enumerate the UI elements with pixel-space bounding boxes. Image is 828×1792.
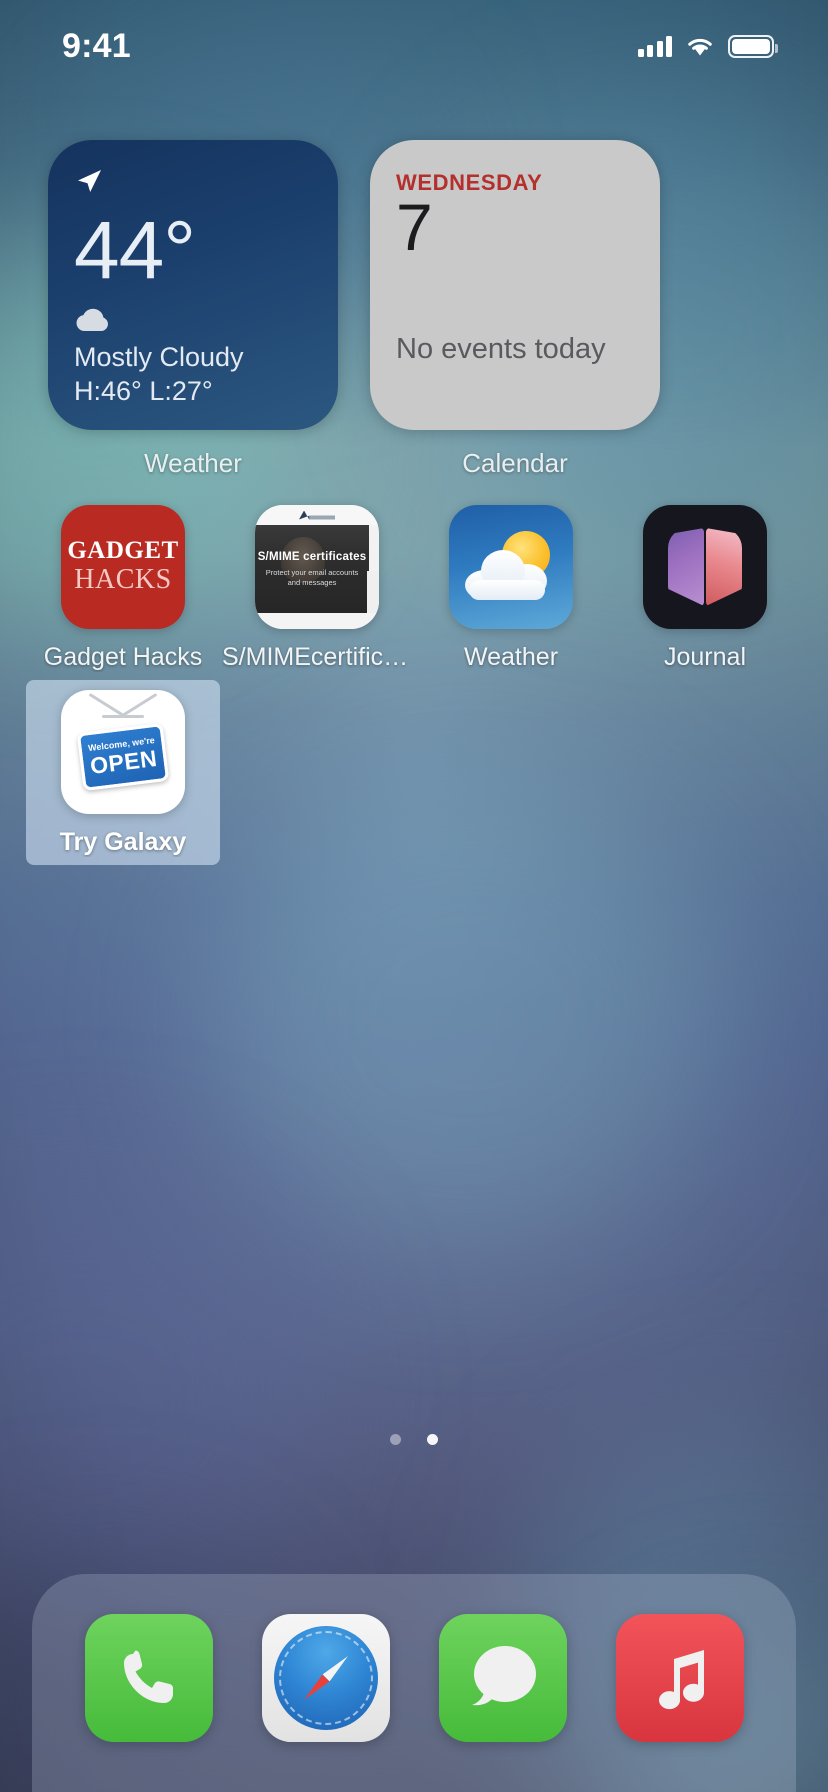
smime-certificates-webclip-icon: S/MIME certificates Protect your email a… bbox=[255, 505, 379, 629]
messages-bubble-icon bbox=[471, 1646, 536, 1706]
site-logo-icon bbox=[299, 510, 335, 520]
calendar-widget-cell: WEDNESDAY 7 No events today Calendar bbox=[370, 140, 660, 479]
try-galaxy-icon: Welcome, we're OPEN bbox=[61, 690, 185, 814]
gadget-hacks-icon: GADGET HACKS bbox=[61, 505, 185, 629]
webclip-headline: S/MIME certificates bbox=[257, 551, 367, 564]
widget-row: 44° Mostly Cloudy H:46° L:27° Weather WE… bbox=[48, 140, 780, 479]
dock-app-phone[interactable] bbox=[84, 1614, 213, 1742]
gadget-hacks-line1: GADGET bbox=[67, 537, 179, 565]
cellular-signal-icon bbox=[637, 35, 672, 57]
app-label-journal: Journal bbox=[664, 643, 746, 671]
weather-temperature: 44° bbox=[74, 205, 196, 296]
webclip-browser-bar bbox=[255, 505, 379, 525]
dock-app-safari[interactable] bbox=[261, 1614, 390, 1742]
app-icon-journal[interactable]: Journal bbox=[608, 495, 802, 680]
battery-icon bbox=[728, 34, 778, 58]
app-icon-gadget-hacks[interactable]: GADGET HACKS Gadget Hacks bbox=[26, 495, 220, 680]
webclip-footer bbox=[255, 613, 379, 629]
app-icon-smime-certificates[interactable]: S/MIME certificates Protect your email a… bbox=[220, 495, 414, 680]
weather-high-low: H:46° L:27° bbox=[74, 375, 213, 406]
weather-app-icon bbox=[449, 505, 573, 629]
app-row-1: GADGET HACKS Gadget Hacks S/MIME certifi… bbox=[26, 495, 802, 680]
location-arrow-icon bbox=[74, 166, 104, 196]
app-label-smime-certificates: S/MIMEcertifica... bbox=[222, 643, 412, 671]
webclip-subheadline: Protect your email accounts and messages bbox=[265, 568, 359, 587]
calendar-widget[interactable]: WEDNESDAY 7 No events today bbox=[370, 140, 660, 430]
calendar-events-empty: No events today bbox=[396, 333, 606, 365]
webclip-hero: S/MIME certificates Protect your email a… bbox=[255, 525, 369, 613]
dock bbox=[32, 1574, 796, 1792]
page-dot-1[interactable] bbox=[390, 1434, 401, 1445]
wifi-icon bbox=[685, 35, 715, 57]
dock-app-music[interactable] bbox=[615, 1614, 744, 1742]
calendar-date: 7 bbox=[396, 190, 433, 264]
gadget-hacks-line2: HACKS bbox=[74, 564, 172, 596]
open-sign-icon: Welcome, we're OPEN bbox=[76, 722, 170, 791]
sign-line2: OPEN bbox=[88, 744, 159, 779]
app-label-weather: Weather bbox=[463, 643, 559, 671]
home-screen: 44° Mostly Cloudy H:46° L:27° Weather WE… bbox=[0, 0, 828, 1792]
phone-icon bbox=[123, 1650, 173, 1703]
status-bar-clock: 9:41 bbox=[62, 26, 131, 65]
weather-widget[interactable]: 44° Mostly Cloudy H:46° L:27° bbox=[48, 140, 338, 430]
app-icon-weather[interactable]: Weather bbox=[414, 495, 608, 680]
journal-app-icon bbox=[643, 505, 767, 629]
app-grid: GADGET HACKS Gadget Hacks S/MIME certifi… bbox=[26, 495, 802, 865]
dock-app-messages[interactable] bbox=[438, 1614, 567, 1742]
app-icon-try-galaxy[interactable]: Welcome, we're OPEN Try Galaxy bbox=[26, 680, 220, 865]
page-dot-2[interactable] bbox=[427, 1434, 438, 1445]
status-bar: 9:41 bbox=[0, 0, 828, 92]
status-bar-indicators bbox=[637, 34, 778, 58]
weather-condition: Mostly Cloudy bbox=[74, 342, 244, 373]
calendar-widget-label: Calendar bbox=[462, 448, 568, 478]
cloud-icon bbox=[74, 305, 112, 333]
app-label-gadget-hacks: Gadget Hacks bbox=[43, 643, 203, 671]
weather-widget-label: Weather bbox=[144, 448, 242, 478]
journal-butterfly-icon bbox=[668, 528, 742, 606]
page-indicator[interactable] bbox=[0, 1434, 828, 1445]
safari-compass-icon bbox=[273, 1626, 378, 1730]
weather-widget-cell: 44° Mostly Cloudy H:46° L:27° Weather bbox=[48, 140, 338, 479]
cloud-icon bbox=[465, 550, 549, 600]
music-note-icon bbox=[658, 1650, 704, 1710]
app-label-try-galaxy: Try Galaxy bbox=[59, 828, 187, 856]
app-row-2: Welcome, we're OPEN Try Galaxy bbox=[26, 680, 802, 865]
